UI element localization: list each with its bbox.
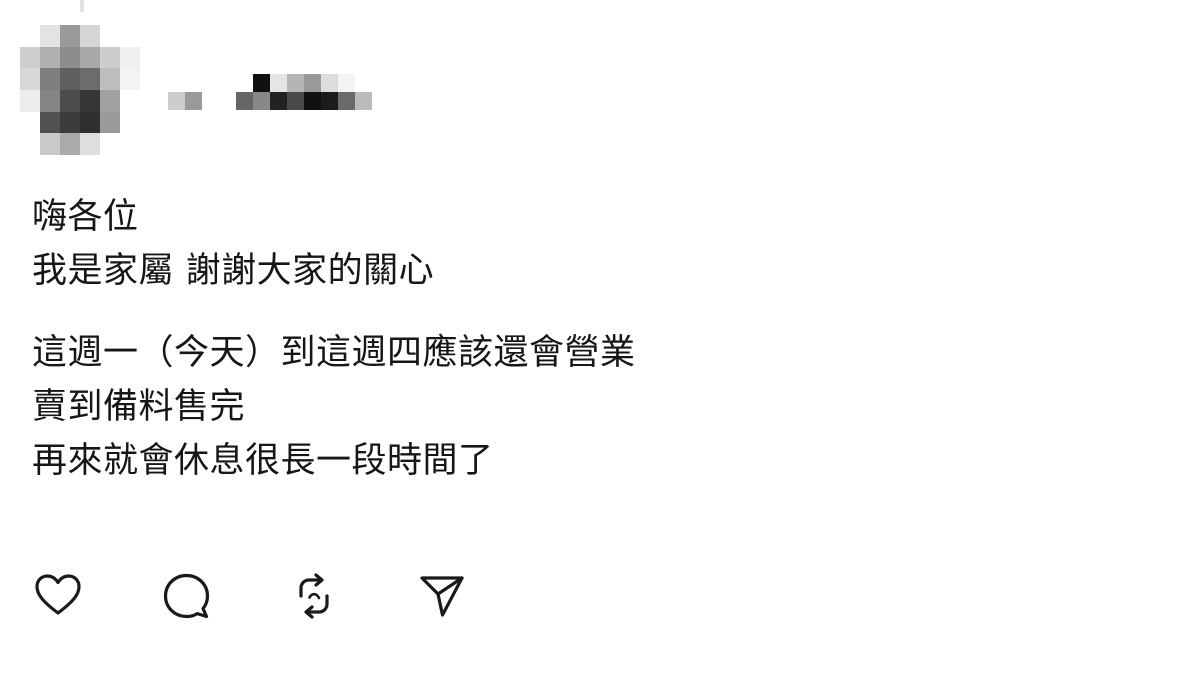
post-line: 我是家屬 謝謝大家的關心 [32,251,435,291]
post-line: 再來就會休息很長一段時間了 [32,441,494,481]
post-line: 賣到備料售完 [32,387,246,427]
post-actions [32,572,544,620]
repost-button[interactable] [288,572,416,620]
send-icon [420,576,464,617]
share-button[interactable] [416,572,544,620]
post-body: 嗨各位 我是家屬 謝謝大家的關心 這週一（今天）到這週四應該還會營業 賣到備料售… [32,190,636,488]
repost-icon [299,573,329,619]
thread-connector-line [80,0,84,12]
comment-icon [163,573,210,619]
post-line: 嗨各位 [32,197,139,237]
heart-icon [35,574,81,615]
post-line: 這週一（今天）到這週四應該還會營業 [32,333,636,373]
username[interactable] [168,74,372,110]
like-button[interactable] [32,572,160,620]
reply-button[interactable] [160,572,288,620]
avatar[interactable] [20,25,140,155]
